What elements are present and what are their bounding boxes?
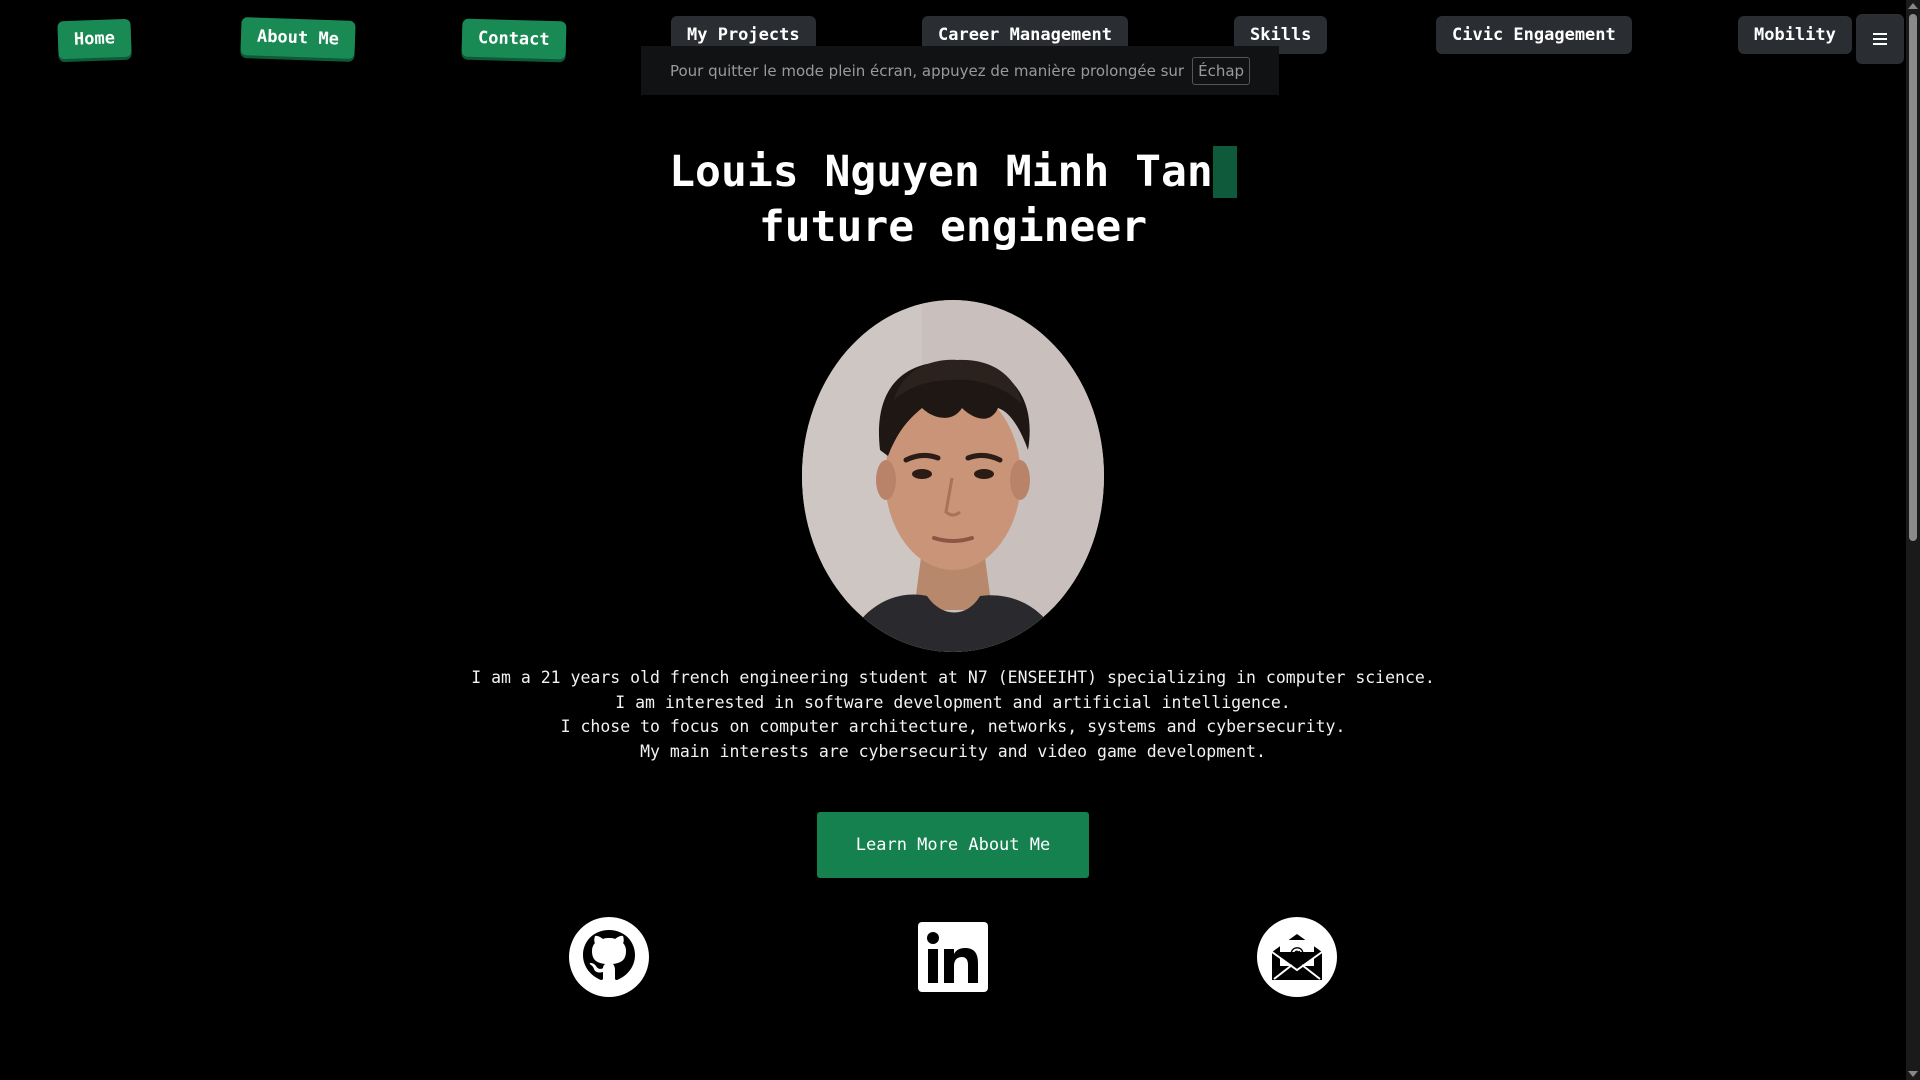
hero-name-text: Louis Nguyen Minh Tan: [669, 147, 1213, 197]
bio-line: I chose to focus on computer architectur…: [560, 717, 1346, 736]
email-envelope-icon: @: [1257, 917, 1337, 997]
fullscreen-notice: Pour quitter le mode plein écran, appuye…: [641, 46, 1279, 95]
scroll-down-arrow-icon[interactable]: [1908, 1071, 1918, 1077]
fullscreen-notice-text: Pour quitter le mode plein écran, appuye…: [669, 61, 1185, 80]
hero-name: Louis Nguyen Minh Tan: [0, 146, 1906, 198]
scroll-up-arrow-icon[interactable]: [1908, 3, 1918, 9]
menu-button[interactable]: [1856, 14, 1904, 64]
profile-photo-illustration: [802, 300, 1104, 652]
escape-key-hint: Échap: [1192, 56, 1251, 85]
email-link[interactable]: @: [1256, 916, 1338, 998]
github-link[interactable]: [568, 916, 650, 998]
bio-line: My main interests are cybersecurity and …: [640, 741, 1266, 761]
nav-mobility-button[interactable]: Mobility: [1738, 16, 1852, 54]
scrollbar[interactable]: [1906, 0, 1920, 1080]
linkedin-link[interactable]: [912, 916, 994, 998]
github-icon: [569, 917, 649, 997]
hamburger-menu-icon: [1873, 33, 1887, 45]
bio-line: I am interested in software development …: [615, 692, 1291, 712]
bio-text: I am a 21 years old french engineering s…: [0, 666, 1906, 764]
hero-tagline: future engineer: [758, 202, 1148, 252]
nav-contact-button[interactable]: Contact: [461, 18, 567, 60]
scrollbar-thumb[interactable]: [1909, 14, 1917, 541]
nav-home-button[interactable]: Home: [57, 18, 132, 60]
profile-photo: [802, 300, 1104, 652]
typing-caret: [1212, 146, 1237, 198]
learn-more-button[interactable]: Learn More About Me: [817, 812, 1089, 878]
nav-civic-button[interactable]: Civic Engagement: [1436, 16, 1632, 54]
linkedin-icon: [918, 922, 988, 992]
bio-line: I am a 21 years old french engineering s…: [471, 668, 1435, 687]
nav-about-button[interactable]: About Me: [240, 17, 356, 59]
